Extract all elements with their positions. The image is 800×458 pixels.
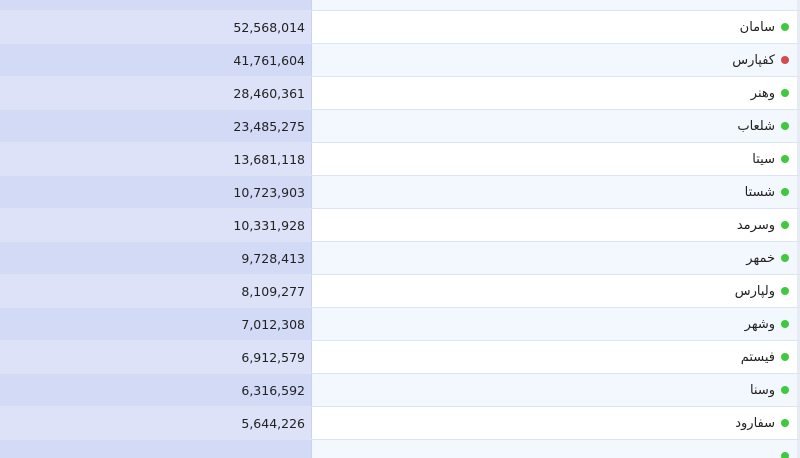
status-dot-icon [781,221,789,229]
symbol-name[interactable]: سامان [740,20,775,35]
status-dot-icon [781,122,789,130]
status-dot-icon [781,188,789,196]
name-cell[interactable]: خمهر [312,242,800,274]
symbol-name[interactable]: شلعاب [737,119,775,134]
symbol-name[interactable]: خمهر [746,251,775,266]
value-cell: 10,331,928 [0,209,312,241]
symbol-name[interactable]: سفارود [735,416,775,431]
name-cell[interactable]: شلعاب [312,110,800,142]
name-cell[interactable]: وشهر [312,308,800,340]
status-dot-icon [781,254,789,262]
status-dot-icon [781,56,789,64]
name-cell[interactable]: شستا [312,176,800,208]
value-cell: 6,912,579 [0,341,312,373]
name-cell[interactable]: سفارود [312,407,800,439]
status-dot-icon [781,419,789,427]
table-row[interactable]: 52,568,014 سامان [0,11,800,44]
name-cell[interactable]: ولپارس [312,275,800,307]
symbol-name[interactable]: وشهر [745,317,775,332]
table-row[interactable] [0,0,800,11]
value-cell: 7,012,308 [0,308,312,340]
value-cell: 9,728,413 [0,242,312,274]
status-dot-icon [781,155,789,163]
table-row[interactable]: 8,109,277 ولپارس [0,275,800,308]
value-cell: 13,681,118 [0,143,312,175]
name-cell[interactable] [312,0,800,10]
name-cell[interactable]: وسنا [312,374,800,406]
symbol-name[interactable]: کفپارس [732,53,775,68]
symbol-name[interactable]: سیتا [752,152,775,167]
name-cell[interactable]: سامان [312,11,800,43]
table-row[interactable]: 5,644,226 سفارود [0,407,800,440]
status-dot-icon [781,89,789,97]
value-cell: 28,460,361 [0,77,312,109]
table-row[interactable]: 6,912,579 فیستم [0,341,800,374]
value-cell: 6,316,592 [0,374,312,406]
symbol-name[interactable]: وسرمد [737,218,775,233]
table-row[interactable]: 13,681,118 سیتا [0,143,800,176]
status-dot-icon [781,386,789,394]
symbol-name[interactable]: شستا [745,185,775,200]
table-row[interactable] [0,440,800,458]
status-dot-icon [781,287,789,295]
table-row[interactable]: 6,316,592 وسنا [0,374,800,407]
table-row[interactable]: 10,331,928 وسرمد [0,209,800,242]
stock-table: 52,568,014 سامان 41,761,604 کفپارس 28,46… [0,0,800,458]
name-cell[interactable]: وهنر [312,77,800,109]
table-row[interactable]: 7,012,308 وشهر [0,308,800,341]
value-cell: 23,485,275 [0,110,312,142]
table-row[interactable]: 41,761,604 کفپارس [0,44,800,77]
table-row[interactable]: 10,723,903 شستا [0,176,800,209]
status-dot-icon [781,23,789,31]
name-cell[interactable]: سیتا [312,143,800,175]
name-cell[interactable]: کفپارس [312,44,800,76]
status-dot-icon [781,353,789,361]
value-cell: 5,644,226 [0,407,312,439]
table-row[interactable]: 28,460,361 وهنر [0,77,800,110]
name-cell[interactable]: وسرمد [312,209,800,241]
symbol-name[interactable]: وسنا [750,383,775,398]
symbol-name[interactable]: ولپارس [735,284,775,299]
name-cell[interactable]: فیستم [312,341,800,373]
table-row[interactable]: 23,485,275 شلعاب [0,110,800,143]
value-cell: 10,723,903 [0,176,312,208]
value-cell: 52,568,014 [0,11,312,43]
value-cell: 8,109,277 [0,275,312,307]
value-cell [0,0,312,10]
symbol-name[interactable]: وهنر [751,86,775,101]
value-cell [0,440,312,458]
value-cell: 41,761,604 [0,44,312,76]
table-row[interactable]: 9,728,413 خمهر [0,242,800,275]
name-cell[interactable] [312,440,800,458]
status-dot-icon [781,320,789,328]
status-dot-icon [781,452,789,458]
table-rows: 52,568,014 سامان 41,761,604 کفپارس 28,46… [0,0,800,458]
symbol-name[interactable]: فیستم [741,350,775,365]
